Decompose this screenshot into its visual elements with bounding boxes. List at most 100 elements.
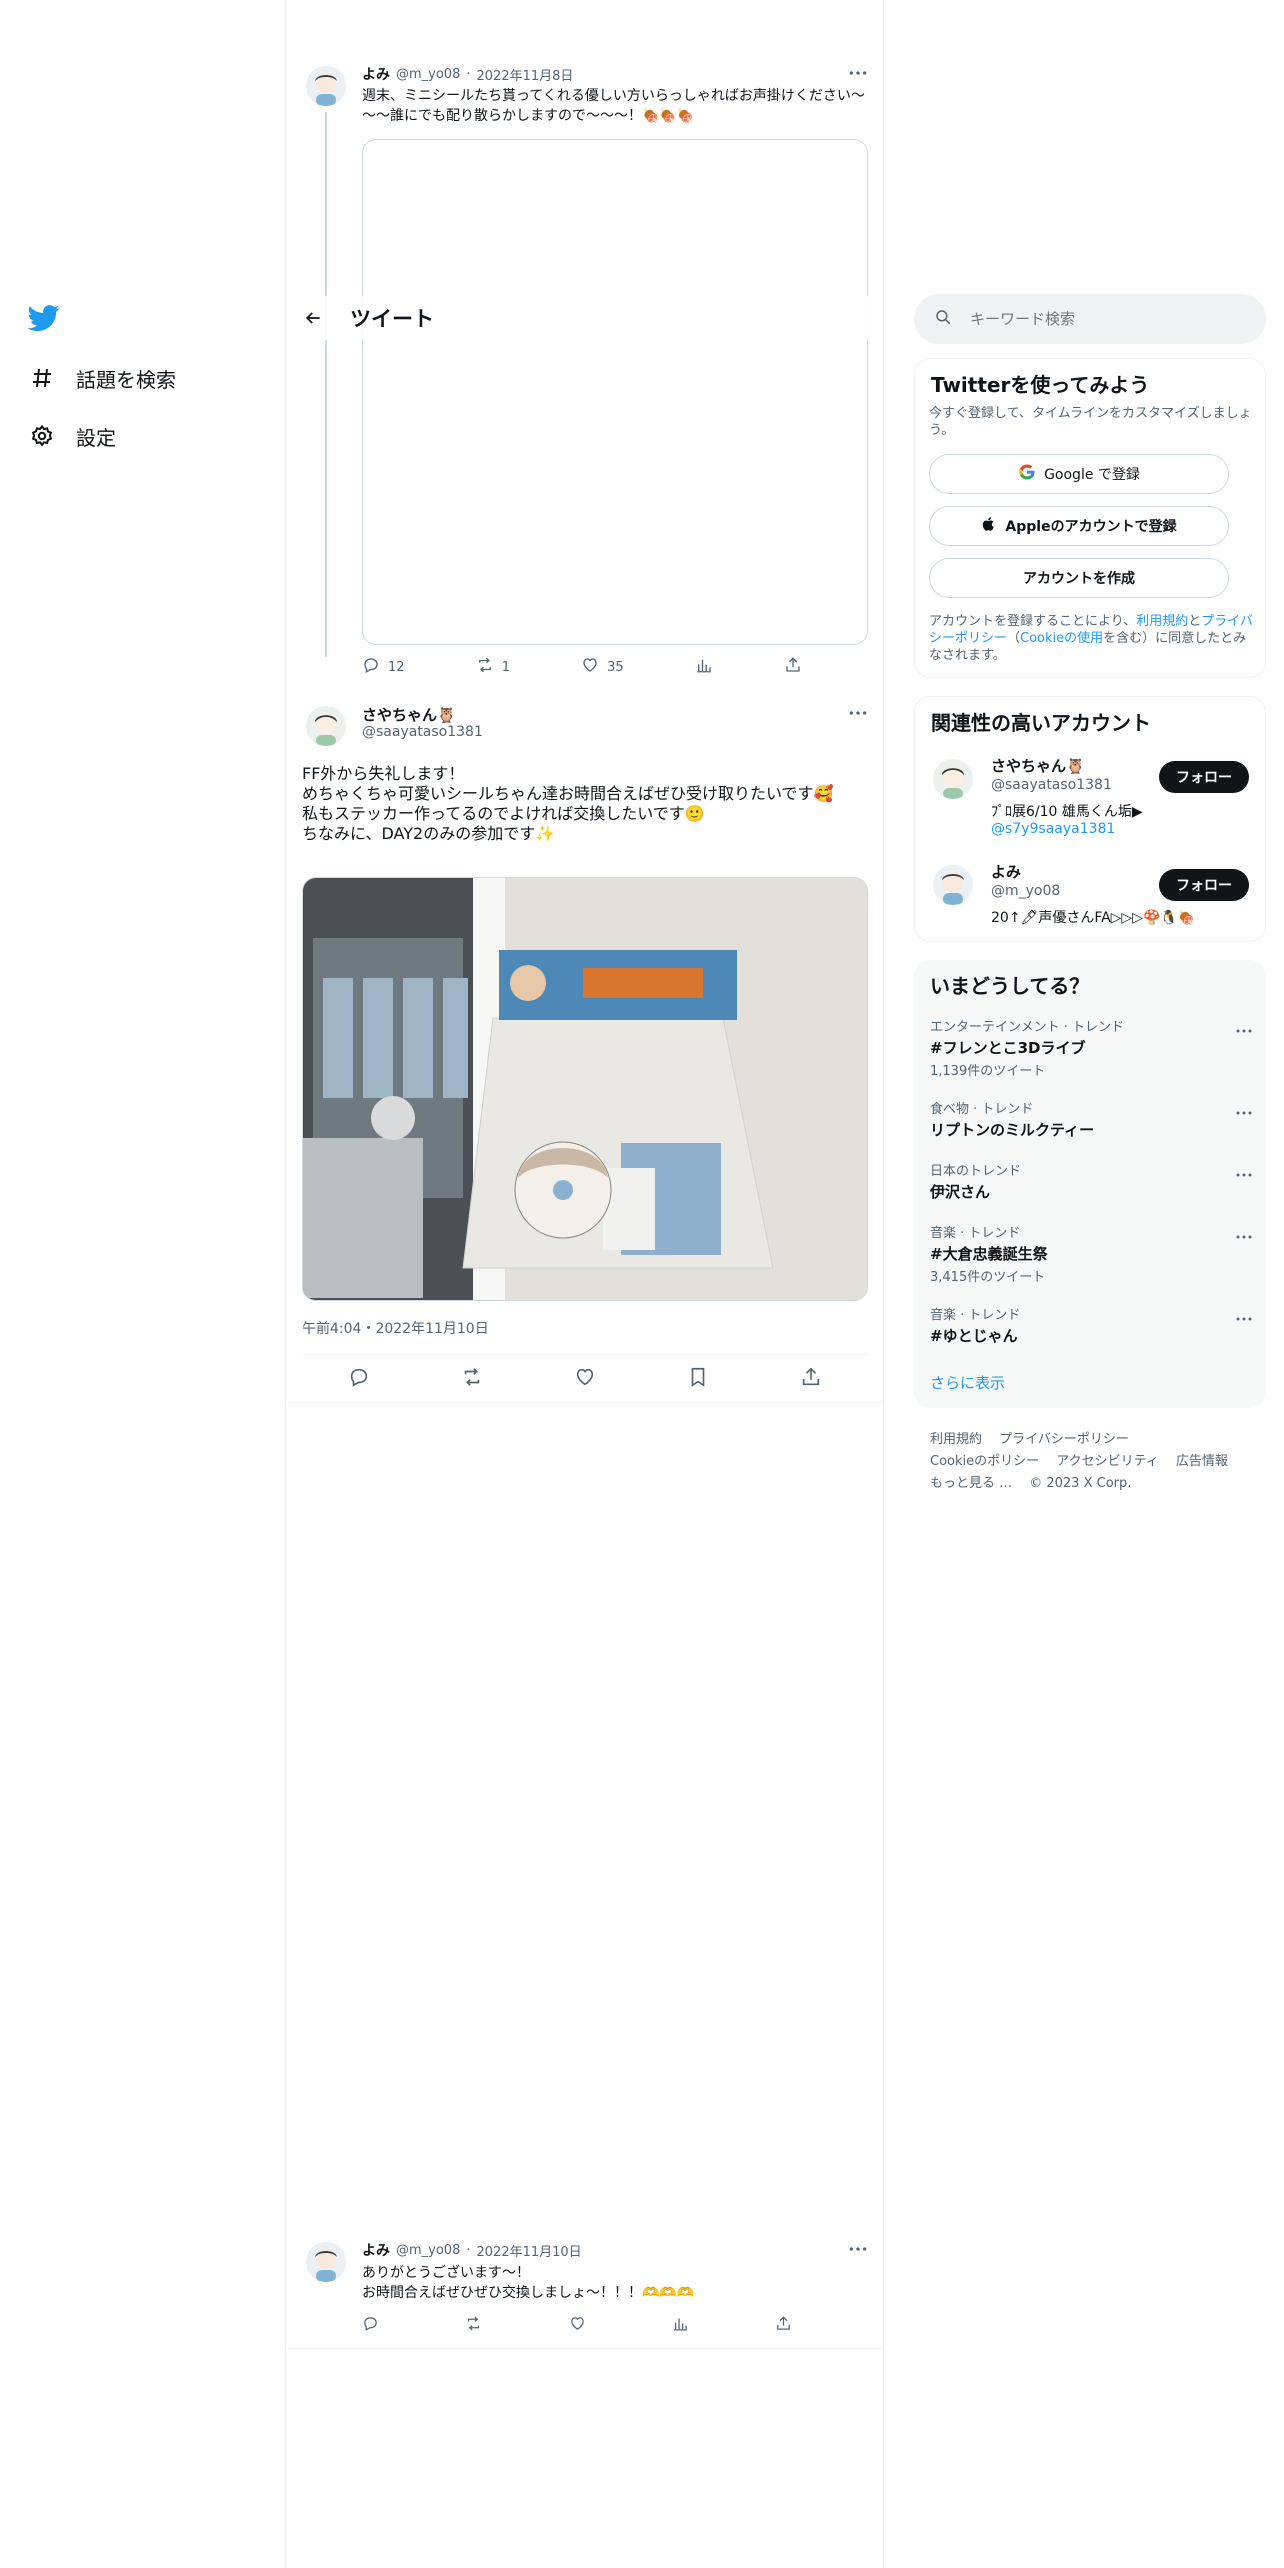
separator-dot: ·: [466, 66, 471, 82]
apple-signup-button[interactable]: Appleのアカウントで登録: [929, 506, 1229, 546]
reply-button[interactable]: 12: [362, 656, 405, 678]
follow-button[interactable]: フォロー: [1159, 761, 1249, 793]
nav-explore[interactable]: 話題を検索: [28, 358, 176, 398]
related-account-name[interactable]: さやちゃん🦉: [991, 755, 1085, 776]
trend-category: 音楽 · トレンド: [930, 1226, 1021, 1241]
apple-icon: [981, 516, 997, 536]
tweet-actions: 12 1 35: [362, 656, 802, 678]
author-name[interactable]: さやちゃん🦉: [362, 704, 456, 725]
footer-copyright: © 2023 X Corp.: [1029, 1476, 1132, 1491]
trend-item[interactable]: 音楽 · トレンド #ゆとじゃん: [930, 1304, 1250, 1346]
reply-icon: [362, 656, 380, 678]
twitter-logo-icon[interactable]: [27, 302, 64, 338]
more-options-icon[interactable]: [1232, 1228, 1256, 1246]
bookmark-icon[interactable]: [687, 1366, 709, 1392]
thread-line: [325, 112, 327, 657]
show-more-link[interactable]: さらに表示: [930, 1372, 1005, 1393]
trend-item[interactable]: 音楽 · トレンド #大倉忠義誕生祭 3,415件のツイート: [930, 1222, 1250, 1285]
google-signup-label: Google で登録: [1044, 467, 1140, 483]
search-input[interactable]: [970, 310, 1230, 328]
media-placeholder[interactable]: [362, 139, 868, 645]
trend-category: 日本のトレンド: [930, 1164, 1022, 1179]
avatar[interactable]: [933, 759, 973, 799]
tweet-date[interactable]: 2022年11月10日: [477, 2241, 582, 2260]
tweet-actions: [302, 1366, 868, 1392]
reply-icon[interactable]: [362, 2315, 379, 2336]
tweet-photo[interactable]: [302, 877, 868, 1301]
trend-item[interactable]: エンターテインメント · トレンド #フレンとこ3Dライブ 1,139件のツイー…: [930, 1016, 1250, 1079]
analytics-button[interactable]: [695, 656, 713, 678]
avatar[interactable]: [306, 706, 346, 746]
related-account-bio: 20↑🖊声優さんFA▷▷▷🍄🐧🍖: [991, 910, 1196, 926]
sidebar-footer: 利用規約 プライバシーポリシー Cookieのポリシー アクセシビリティ 広告情…: [930, 1428, 1260, 1494]
trend-name: #フレンとこ3Dライブ: [930, 1039, 1086, 1057]
avatar[interactable]: [306, 2242, 346, 2282]
trend-item[interactable]: 食べ物 · トレンド リプトンのミルクティー: [930, 1098, 1250, 1140]
avatar[interactable]: [933, 865, 973, 905]
more-options-icon[interactable]: [846, 64, 870, 82]
more-options-icon[interactable]: [846, 2240, 870, 2258]
related-account-bio-link[interactable]: @s7y9saaya1381: [991, 821, 1115, 837]
page-title: ツイート: [350, 307, 434, 331]
tweet-text: FF外から失礼します！ めちゃくちゃ可愛いシールちゃん達お時間合えばぜひ受け取り…: [302, 764, 834, 843]
follow-button[interactable]: フォロー: [1159, 869, 1249, 901]
retweet-icon[interactable]: [465, 2315, 482, 2336]
trend-name: #大倉忠義誕生祭: [930, 1245, 1048, 1263]
author-name[interactable]: よみ: [362, 64, 390, 84]
main-column-right-border: [883, 0, 884, 2568]
related-account-handle[interactable]: @saayataso1381: [991, 777, 1112, 793]
signup-terms: アカウントを登録することにより、利用規約とプライバシーポリシー（Cookieの使…: [929, 614, 1254, 663]
footer-privacy-link[interactable]: プライバシーポリシー: [999, 1432, 1129, 1447]
nav-explore-label: 話題を検索: [76, 367, 176, 392]
retweet-icon[interactable]: [461, 1366, 483, 1392]
footer-ads-link[interactable]: 広告情報: [1176, 1454, 1228, 1469]
trend-item[interactable]: 日本のトレンド 伊沢さん: [930, 1160, 1250, 1202]
heart-icon[interactable]: [569, 2315, 586, 2336]
share-icon[interactable]: [800, 1366, 822, 1392]
trends-card: いまどうしてる？ エンターテインメント · トレンド #フレンとこ3Dライブ 1…: [914, 960, 1266, 1408]
share-icon[interactable]: [775, 2315, 792, 2336]
signup-title: Twitterを使ってみよう: [931, 373, 1150, 397]
terms-link[interactable]: 利用規約: [1136, 614, 1188, 629]
footer-cookie-link[interactable]: Cookieのポリシー: [930, 1454, 1039, 1469]
retweet-button[interactable]: 1: [476, 656, 510, 678]
hashtag-icon: [28, 364, 56, 392]
back-arrow-icon[interactable]: [298, 303, 328, 333]
share-button[interactable]: [784, 656, 802, 678]
more-options-icon[interactable]: [846, 704, 870, 722]
related-account-name[interactable]: よみ: [991, 861, 1021, 882]
reply-icon[interactable]: [348, 1366, 370, 1392]
analytics-icon: [695, 656, 713, 678]
google-signup-button[interactable]: Google で登録: [929, 454, 1229, 494]
analytics-icon[interactable]: [672, 2315, 689, 2336]
search-icon: [934, 308, 952, 330]
create-account-button[interactable]: アカウントを作成: [929, 558, 1229, 598]
more-options-icon[interactable]: [1232, 1166, 1256, 1184]
create-account-label: アカウントを作成: [1023, 571, 1135, 587]
more-options-icon[interactable]: [1232, 1310, 1256, 1328]
tweet-timestamp[interactable]: 午前4:04・2022年11月10日: [302, 1318, 489, 1338]
avatar[interactable]: [306, 66, 346, 106]
footer-more-link[interactable]: もっと見る …: [930, 1476, 1012, 1491]
author-handle[interactable]: @m_yo08: [396, 67, 460, 82]
author-handle[interactable]: @m_yo08: [396, 2243, 460, 2258]
cookie-link[interactable]: Cookieの使用: [1020, 631, 1103, 646]
author-name[interactable]: よみ: [362, 2240, 390, 2260]
related-account-handle[interactable]: @m_yo08: [991, 883, 1060, 899]
retweet-icon: [476, 656, 494, 678]
more-options-icon[interactable]: [1232, 1022, 1256, 1040]
gear-icon: [28, 422, 56, 450]
tweet-date[interactable]: 2022年11月8日: [477, 65, 574, 84]
footer-terms-link[interactable]: 利用規約: [930, 1432, 982, 1447]
related-title: 関連性の高いアカウント: [931, 711, 1151, 735]
tweet-text: 週末、ミニシールたち貰ってくれる優しい方いらっしゃればお声掛けください～～～誰に…: [362, 88, 865, 124]
search-bar[interactable]: [914, 294, 1266, 344]
footer-accessibility-link[interactable]: アクセシビリティ: [1056, 1454, 1159, 1469]
nav-settings[interactable]: 設定: [28, 416, 116, 456]
trend-count: 3,415件のツイート: [930, 1270, 1046, 1285]
trend-name: リプトンのミルクティー: [930, 1121, 1095, 1139]
more-options-icon[interactable]: [1232, 1104, 1256, 1122]
author-handle[interactable]: @saayataso1381: [362, 724, 483, 740]
heart-icon[interactable]: [574, 1366, 596, 1392]
like-button[interactable]: 35: [581, 656, 624, 678]
